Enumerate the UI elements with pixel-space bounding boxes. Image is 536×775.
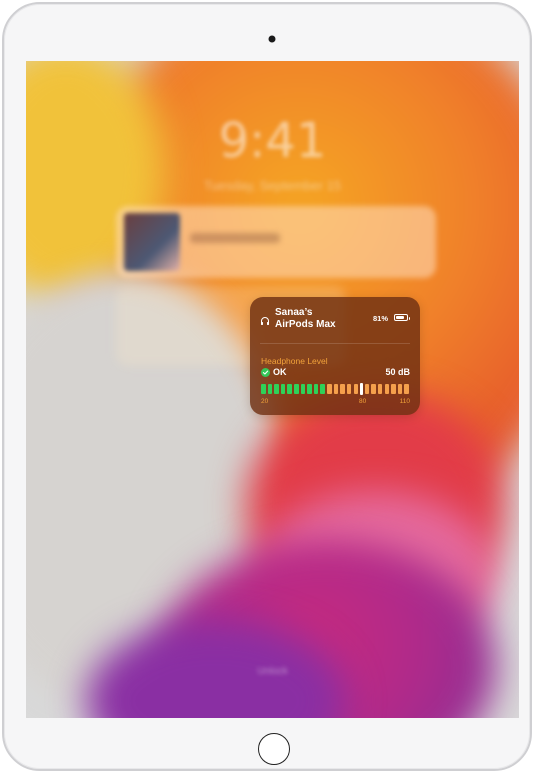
device-name: Sanaa’s AirPods Max — [275, 307, 336, 331]
level-meter — [261, 382, 409, 395]
meter-segment — [353, 383, 359, 394]
meter-segment — [327, 383, 332, 394]
meter-segment — [313, 383, 319, 394]
battery-fill — [396, 316, 404, 319]
battery-icon — [394, 314, 410, 321]
section-title: Headphone Level — [261, 356, 328, 366]
now-playing-title — [190, 233, 280, 243]
scale-tick-label: 20 — [261, 398, 269, 405]
meter-segment — [300, 383, 306, 394]
meter-segment — [346, 383, 352, 394]
meter-segment — [333, 383, 339, 394]
album-artwork — [124, 213, 180, 271]
device-name-line1: Sanaa’s — [275, 307, 313, 318]
meter-segment — [274, 383, 279, 394]
lock-time: 9:41 — [218, 113, 327, 169]
level-status: OK — [261, 367, 287, 377]
meter-segment — [384, 383, 390, 394]
check-circle-icon — [261, 367, 270, 377]
front-camera — [268, 35, 276, 43]
meter-segment — [371, 383, 376, 394]
meter-segment — [261, 383, 266, 394]
headphone-level-card[interactable]: Sanaa’s AirPods Max 81% Headphone Level … — [250, 297, 420, 415]
unlock-hint: Unlock — [257, 666, 288, 677]
meter-segment — [377, 383, 383, 394]
meter-segment — [287, 383, 292, 394]
meter-segment — [391, 383, 396, 394]
scale-tick-label: 110 — [399, 398, 410, 405]
meter-segment — [267, 383, 273, 394]
meter-segment — [280, 383, 286, 394]
level-marker — [360, 382, 363, 395]
meter-segment — [320, 383, 325, 394]
decibel-value: 50 dB — [385, 367, 410, 377]
lock-date: Tuesday, September 15 — [203, 178, 342, 193]
battery-percent: 81% — [372, 314, 388, 323]
lock-screen: 9:41 Tuesday, September 15 Unlock Sanaa’… — [26, 61, 519, 718]
meter-segment — [404, 383, 409, 394]
meter-segment — [307, 383, 312, 394]
meter-segment — [364, 383, 370, 394]
device-name-line2: AirPods Max — [275, 319, 336, 330]
divider — [260, 343, 410, 344]
home-button[interactable] — [258, 733, 290, 765]
headphones-icon — [260, 313, 270, 331]
meter-scale: 20 80 110 — [261, 398, 410, 406]
status-label: OK — [273, 367, 287, 377]
scale-tick-label: 80 — [359, 398, 367, 405]
meter-segment — [340, 383, 345, 394]
meter-segment — [397, 383, 403, 394]
meter-segment — [294, 383, 299, 394]
